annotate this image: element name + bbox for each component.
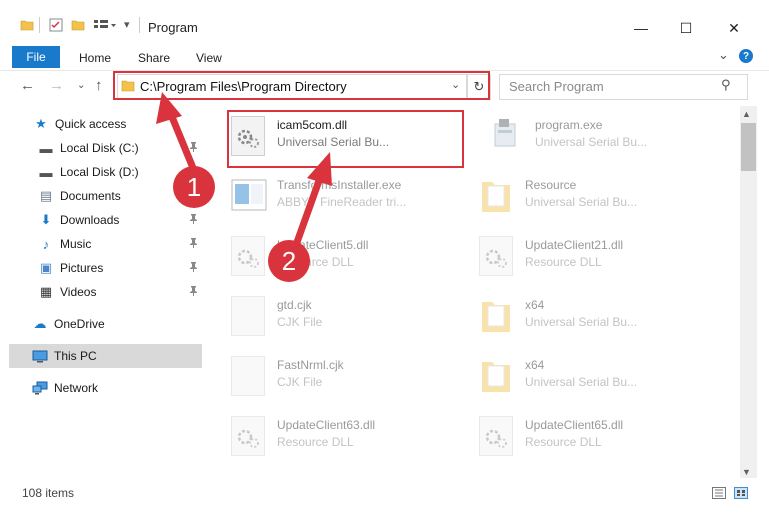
step-1-badge: 1 <box>173 166 215 208</box>
step-2-badge: 2 <box>268 240 310 282</box>
annotation-arrows <box>156 92 332 249</box>
